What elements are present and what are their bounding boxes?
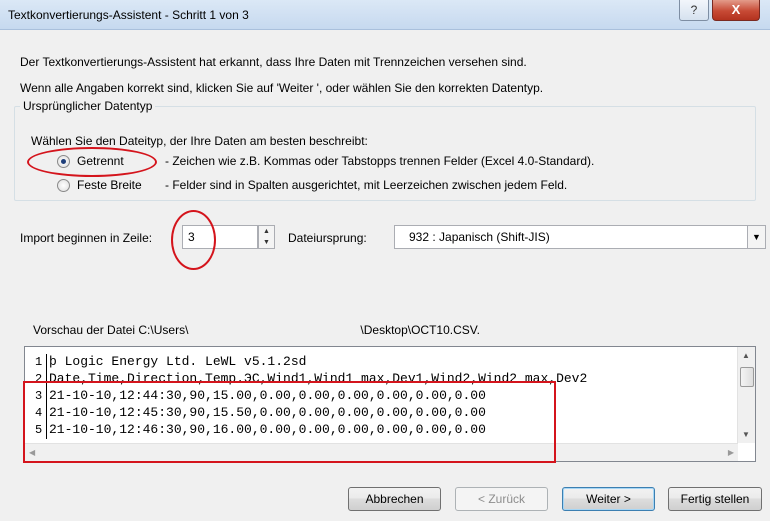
preview-row-number: 1	[35, 354, 47, 371]
cancel-button[interactable]: Abbrechen	[348, 487, 441, 511]
datatype-group-legend: Ursprünglicher Datentyp	[20, 99, 156, 113]
preview-label-prefix: Vorschau der Datei C:\Users\	[33, 323, 189, 337]
spin-up-icon[interactable]: ▲	[259, 226, 274, 237]
file-origin-select[interactable]: 932 : Japanisch (Shift-JIS) ▼	[394, 225, 766, 249]
annotation-rect-data-rows	[23, 381, 556, 463]
scroll-up-icon[interactable]: ▲	[742, 351, 750, 360]
file-origin-value: 932 : Japanisch (Shift-JIS)	[409, 230, 550, 244]
window-title: Textkonvertierungs-Assistent - Schritt 1…	[8, 8, 249, 22]
radio-fixed-width-label[interactable]: Feste Breite	[77, 178, 142, 192]
start-row-spinner[interactable]: ▲ ▼	[258, 225, 275, 249]
spin-down-icon[interactable]: ▼	[259, 237, 274, 248]
chevron-down-icon[interactable]: ▼	[747, 226, 765, 248]
file-origin-label: Dateiursprung:	[288, 231, 367, 245]
preview-vertical-scrollbar[interactable]: ▲ ▼	[737, 347, 755, 443]
scroll-right-icon[interactable]: ▶	[728, 448, 734, 457]
close-icon: X	[731, 2, 741, 17]
finish-button[interactable]: Fertig stellen	[668, 487, 762, 511]
preview-row-text: þ Logic Energy Ltd. LeWL v5.1.2sd	[49, 354, 307, 369]
close-button[interactable]: X	[712, 0, 760, 21]
scroll-thumb[interactable]	[740, 367, 754, 387]
scroll-down-icon[interactable]: ▼	[742, 430, 750, 439]
annotation-ellipse-start-row	[171, 210, 216, 270]
datatype-prompt: Wählen Sie den Dateityp, der Ihre Daten …	[31, 134, 368, 148]
preview-label: Vorschau der Datei C:\Users\ \Desktop\OCT…	[33, 323, 480, 337]
help-icon: ?	[690, 3, 698, 17]
annotation-ellipse-delimited	[27, 147, 157, 177]
intro-line-2: Wenn alle Angaben korrekt sind, klicken …	[20, 81, 544, 95]
next-button[interactable]: Weiter >	[562, 487, 655, 511]
radio-delimited-description: - Zeichen wie z.B. Kommas oder Tabstopps…	[165, 154, 595, 168]
preview-label-suffix: \Desktop\OCT10.CSV.	[360, 323, 481, 337]
back-button[interactable]: < Zurück	[455, 487, 548, 511]
title-bar: Textkonvertierungs-Assistent - Schritt 1…	[0, 0, 770, 30]
start-row-label: Import beginnen in Zeile:	[20, 231, 153, 245]
radio-fixed-width[interactable]	[57, 179, 70, 192]
preview-row: 1þ Logic Energy Ltd. LeWL v5.1.2sd	[35, 353, 587, 371]
radio-fixed-width-description: - Felder sind in Spalten ausgerichtet, m…	[165, 178, 568, 192]
intro-line-1: Der Textkonvertierungs-Assistent hat erk…	[20, 55, 527, 69]
help-button[interactable]: ?	[679, 0, 709, 21]
